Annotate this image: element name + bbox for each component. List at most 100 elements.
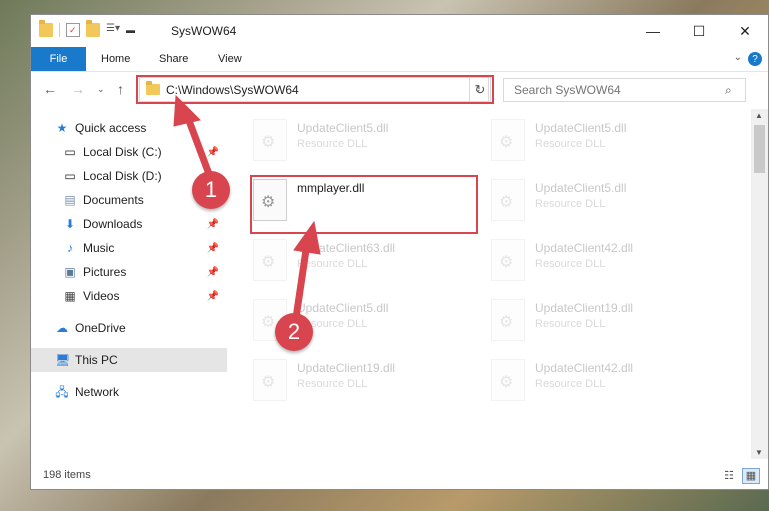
dll-file-icon xyxy=(253,119,287,161)
vertical-scrollbar[interactable]: ▲ ▼ xyxy=(751,109,768,459)
scroll-down-icon[interactable]: ▼ xyxy=(755,448,763,457)
network-icon: 🖧 xyxy=(55,385,69,399)
sidebar-item-local-disk-c[interactable]: ▭ Local Disk (C:) 📌 xyxy=(63,140,227,164)
file-item[interactable]: UpdateClient19.dll Resource DLL xyxy=(231,355,451,407)
details-view-icon[interactable]: ☷ xyxy=(720,468,738,484)
toolbar-divider xyxy=(59,23,60,37)
new-folder-icon[interactable] xyxy=(86,20,100,37)
explorer-window: ✓ ☰▾ ▬ SysWOW64 — ☐ ✕ File Home Share Vi… xyxy=(30,14,769,490)
address-highlight-box xyxy=(136,75,494,104)
callout-badge-1: 1 xyxy=(192,171,230,209)
tiles-view-icon[interactable]: ▦ xyxy=(742,468,760,484)
maximize-button[interactable]: ☐ xyxy=(676,15,722,47)
file-highlight-box xyxy=(250,175,478,234)
file-item[interactable]: UpdateClient19.dll Resource DLL xyxy=(469,295,689,347)
ribbon-tabs: File Home Share View ⌄ ? xyxy=(31,47,768,72)
back-arrow-icon[interactable]: ← xyxy=(43,81,57,97)
star-icon: ★ xyxy=(56,121,68,135)
pictures-icon: ▣ xyxy=(64,265,76,279)
file-item[interactable]: UpdateClient42.dll Resource DLL xyxy=(469,355,689,407)
tab-share[interactable]: Share xyxy=(159,47,188,71)
search-box[interactable]: ⌕ xyxy=(503,78,746,102)
sidebar-item-label: Documents xyxy=(83,193,144,207)
sidebar-item-label: Pictures xyxy=(83,265,127,279)
file-item[interactable]: UpdateClient5.dllResource DLL xyxy=(231,115,451,167)
scrollbar-thumb[interactable] xyxy=(754,125,765,173)
file-item[interactable]: UpdateClient5.dll Resource DLL xyxy=(469,115,689,167)
dll-file-icon xyxy=(253,359,287,401)
dll-file-icon xyxy=(491,359,525,401)
dll-file-icon xyxy=(491,299,525,341)
sidebar-item-onedrive[interactable]: ☁ OneDrive xyxy=(55,316,227,340)
file-name: UpdateClient5.dll xyxy=(535,181,627,195)
pin-icon[interactable]: 📌 xyxy=(207,267,219,278)
properties-icon[interactable]: ✓ xyxy=(66,23,80,37)
pin-icon[interactable]: 📌 xyxy=(207,219,219,230)
help-button[interactable]: ? xyxy=(748,52,762,66)
window-controls: — ☐ ✕ xyxy=(630,15,768,47)
pin-icon[interactable]: 📌 xyxy=(207,147,219,158)
window-title: SysWOW64 xyxy=(171,24,237,38)
sidebar-item-this-pc[interactable]: 🖥 This PC xyxy=(31,348,227,372)
file-list: UpdateClient5.dll Resource DLL UpdateClie… xyxy=(231,109,741,459)
status-bar: 198 items ☷ ▦ xyxy=(31,463,768,489)
toolbar-dropdown-icon[interactable]: ▬ xyxy=(126,25,135,35)
drive-icon: ▭ xyxy=(64,169,76,183)
sidebar-item-label: Network xyxy=(75,385,120,399)
title-bar: ✓ ☰▾ ▬ SysWOW64 — ☐ ✕ xyxy=(31,15,768,47)
tab-home[interactable]: Home xyxy=(101,47,130,71)
file-type: Resource DLL xyxy=(297,378,368,390)
recent-locations-icon[interactable]: ⌄ xyxy=(97,84,105,95)
file-type: Resource DLL xyxy=(297,258,368,270)
file-item[interactable]: UpdateClient42.dll Resource DLL xyxy=(469,235,689,287)
music-icon: ♪ xyxy=(67,241,73,255)
dll-file-icon xyxy=(253,239,287,281)
search-icon[interactable]: ⌕ xyxy=(725,83,745,98)
customize-toolbar-icon[interactable]: ☰▾ xyxy=(106,23,120,37)
file-name: UpdateClient63.dll xyxy=(297,241,396,255)
scroll-up-icon[interactable]: ▲ xyxy=(755,111,763,120)
pin-icon[interactable]: 📌 xyxy=(207,243,219,254)
sidebar-item-label: Videos xyxy=(83,289,120,303)
sidebar-item-label: Local Disk (D:) xyxy=(83,169,162,183)
dll-file-icon xyxy=(491,179,525,221)
file-type: Resource DLL xyxy=(535,138,606,150)
file-name: UpdateClient5.dll xyxy=(297,301,389,315)
file-name: UpdateClient5.dll xyxy=(535,121,627,135)
pin-icon[interactable]: 📌 xyxy=(207,291,219,302)
file-type: Resource DLL xyxy=(535,378,606,390)
download-icon: ⬇ xyxy=(64,217,76,231)
sidebar-item-label: OneDrive xyxy=(75,321,126,335)
sidebar-item-label: Music xyxy=(83,241,115,255)
file-type: Resource DLL xyxy=(535,198,606,210)
navigation-pane: ★ Quick access ▭ Local Disk (C:) 📌 ▭ Loc… xyxy=(31,109,227,459)
sidebar-item-pictures[interactable]: ▣ Pictures 📌 xyxy=(63,260,227,284)
file-name: UpdateClient42.dll xyxy=(535,241,634,255)
file-item[interactable]: UpdateClient5.dll Resource DLL xyxy=(469,175,689,227)
up-arrow-icon[interactable]: ↑ xyxy=(117,81,124,97)
view-switcher: ☷ ▦ xyxy=(720,468,760,484)
sidebar-item-music[interactable]: ♪ Music 📌 xyxy=(63,236,227,260)
file-item[interactable]: UpdateClient63.dll Resource DLL xyxy=(231,235,451,287)
sidebar-item-quick-access[interactable]: ★ Quick access xyxy=(55,116,227,140)
file-type: Resource DLL xyxy=(535,258,606,270)
computer-icon: 🖥 xyxy=(55,353,71,367)
sidebar-item-network[interactable]: 🖧 Network xyxy=(55,380,227,404)
tab-view[interactable]: View xyxy=(218,47,242,71)
sidebar-item-downloads[interactable]: ⬇ Downloads 📌 xyxy=(63,212,227,236)
file-type: Resource DLL xyxy=(535,318,606,330)
cloud-icon: ☁ xyxy=(56,321,68,335)
file-item[interactable]: UpdateClient5.dllResource DLL xyxy=(231,295,451,347)
search-input[interactable] xyxy=(512,82,725,98)
tab-file[interactable]: File xyxy=(31,47,86,71)
quick-access-toolbar: ✓ ☰▾ ▬ xyxy=(39,20,135,37)
dll-file-icon xyxy=(491,239,525,281)
sidebar-item-label: Downloads xyxy=(83,217,143,231)
sidebar-item-videos[interactable]: ▦ Videos 📌 xyxy=(63,284,227,308)
sidebar-item-label: This PC xyxy=(75,353,118,367)
forward-arrow-icon[interactable]: → xyxy=(71,81,85,97)
dll-file-icon xyxy=(491,119,525,161)
close-button[interactable]: ✕ xyxy=(722,15,768,47)
expand-ribbon-icon[interactable]: ⌄ xyxy=(734,52,742,63)
minimize-button[interactable]: — xyxy=(630,15,676,47)
